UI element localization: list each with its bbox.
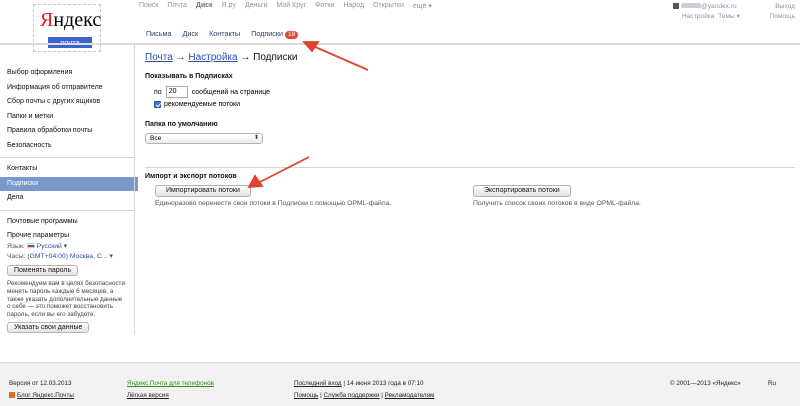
services-nav: Поиск Почта Диск Я.ру Деньги Мой Круг Фо… [139, 2, 432, 10]
display-heading: Показывать в Подписках [145, 73, 233, 80]
sidebar-item-mail-clients[interactable]: Почтовые программы [0, 215, 135, 230]
import-description: Единоразово перенести свои потоки в Подп… [155, 200, 392, 207]
avatar [673, 3, 679, 9]
logo-wordmark: Яндекс [40, 9, 102, 31]
language-label: Язык: [7, 243, 25, 250]
last-login-link[interactable]: Последний вход [294, 380, 342, 387]
subscriptions-count-badge: 18 [285, 31, 299, 39]
per-page-label: сообщений на странице [191, 88, 271, 96]
blog-link[interactable]: Блог Яндекс.Почты [17, 392, 74, 399]
breadcrumb: Почта → Настройка → Подписки [145, 52, 298, 63]
help-link[interactable]: Помощь [770, 12, 795, 22]
breadcrumb-settings[interactable]: Настройка [188, 52, 237, 63]
arrow-to-subscriptions-tab [312, 45, 369, 71]
language-select[interactable]: Русский ▾ [37, 243, 68, 250]
advertisers-link[interactable]: Рекламодателям [385, 392, 435, 399]
blog-icon [9, 392, 15, 398]
footer-help-link[interactable]: Помощь [294, 392, 318, 399]
import-block: Импортировать потоки Единоразово перенес… [155, 185, 391, 207]
support-link[interactable]: Служба поддержки [323, 392, 379, 399]
russian-flag-icon [26, 243, 35, 248]
sidebar-separator [0, 157, 135, 158]
sidebar-item-sender-info[interactable]: Информация об отправителе [0, 81, 135, 96]
sidebar-divider [134, 44, 135, 334]
per-label: по [154, 88, 162, 96]
settings-sidebar: Выбор оформления Информация об отправите… [0, 44, 138, 334]
lite-version-link[interactable]: Лёгкая версия [127, 392, 169, 399]
nav-fotki[interactable]: Фотки [315, 2, 334, 10]
your-data-button[interactable]: Указать свои данные [7, 321, 90, 333]
default-folder-settings: Папка по умолчанию Все ⬍ [145, 121, 263, 144]
mobile-link[interactable]: Яндекс.Почта для телефонов [127, 380, 214, 387]
recommended-checkbox[interactable] [154, 101, 161, 108]
user-box: @yandex.ru Выход Настройка Темы ▾ Помощь [673, 2, 795, 22]
folder-heading: Папка по умолчанию [145, 121, 218, 128]
tab-letters[interactable]: Письма [146, 29, 171, 39]
sidebar-item-rules[interactable]: Правила обработки почты [0, 124, 135, 139]
sidebar-item-subscriptions[interactable]: Подписки [0, 176, 138, 191]
sidebar-item-todo[interactable]: Дела [0, 191, 135, 206]
password-advice: Рекомендуем вам в целях безопасности мен… [7, 280, 125, 319]
timezone-select[interactable]: (GMT+04:00) Москва, С... ▾ [27, 253, 112, 260]
default-folder-select[interactable]: Все ⬍ [145, 133, 263, 144]
arrow-to-import-button [257, 156, 310, 184]
nav-mail[interactable]: Почта [167, 2, 186, 10]
sidebar-item-folders[interactable]: Папки и метки [0, 110, 135, 125]
themes-link[interactable]: Темы ▾ [718, 13, 740, 20]
import-export-heading: Импорт и экспорт потоков [145, 173, 237, 180]
language-box: Язык: Русский ▾ Часы: (GMT+04:00) Москва… [7, 242, 132, 333]
sidebar-item-appearance[interactable]: Выбор оформления [0, 66, 135, 81]
blurred-login [681, 3, 701, 8]
nav-money[interactable]: Деньги [245, 2, 268, 10]
sidebar-separator [0, 209, 135, 211]
last-login-value: | 14 июня 2013 года в 07:10 [341, 380, 424, 387]
display-settings: Показывать в Подписках по 20 сообщений н… [145, 73, 270, 108]
clock-label: Часы: [7, 253, 26, 260]
copyright: © 2001—2013 «Яндекс» [670, 380, 741, 387]
nav-narod[interactable]: Народ [343, 2, 364, 10]
version-text: Версия от 12.03.2013 [9, 380, 72, 387]
user-email[interactable]: @yandex.ru [673, 2, 737, 12]
export-block: Экспортировать потоки Получить список св… [473, 185, 641, 207]
footer-language-switch[interactable]: Ru [768, 379, 776, 389]
import-button[interactable]: Импортировать потоки [155, 185, 251, 197]
sidebar-item-collectors[interactable]: Сбор почты с других ящиков [0, 95, 135, 110]
change-password-button[interactable]: Поменять пароль [7, 265, 79, 276]
mail-tabs: Письма Диск Контакты Подписки 18 [146, 29, 299, 39]
settings-link[interactable]: Настройка [682, 13, 714, 20]
sidebar-item-security[interactable]: Безопасность [0, 139, 135, 154]
tab-subscriptions[interactable]: Подписки 18 [251, 29, 299, 39]
page-title: Подписки [253, 52, 298, 63]
recommended-label: рекомендуемые потоки [164, 101, 240, 108]
breadcrumb-mail[interactable]: Почта [145, 52, 173, 63]
nav-disk[interactable]: Диск [196, 2, 213, 10]
nav-more[interactable]: ещё ▾ [413, 2, 432, 10]
nav-search[interactable]: Поиск [139, 2, 158, 10]
section-divider [145, 167, 795, 168]
header-divider [0, 43, 800, 45]
nav-moikrug[interactable]: Мой Круг [277, 2, 307, 10]
sidebar-item-contacts[interactable]: Контакты [0, 162, 135, 177]
tab-contacts[interactable]: Контакты [209, 29, 240, 39]
nav-cards[interactable]: Открытки [373, 2, 404, 10]
chevron-down-icon: ⬍ [253, 135, 259, 141]
messages-per-page-input[interactable]: 20 [165, 86, 188, 98]
export-description: Получить список своих потоков в виде OPM… [473, 200, 641, 207]
footer: Версия от 12.03.2013 Блог Яндекс.Почты Я… [0, 362, 800, 406]
export-button[interactable]: Экспортировать потоки [473, 185, 571, 197]
logout-link[interactable]: Выход [775, 2, 795, 12]
nav-yaru[interactable]: Я.ру [222, 2, 236, 10]
tab-disk[interactable]: Диск [182, 29, 198, 39]
